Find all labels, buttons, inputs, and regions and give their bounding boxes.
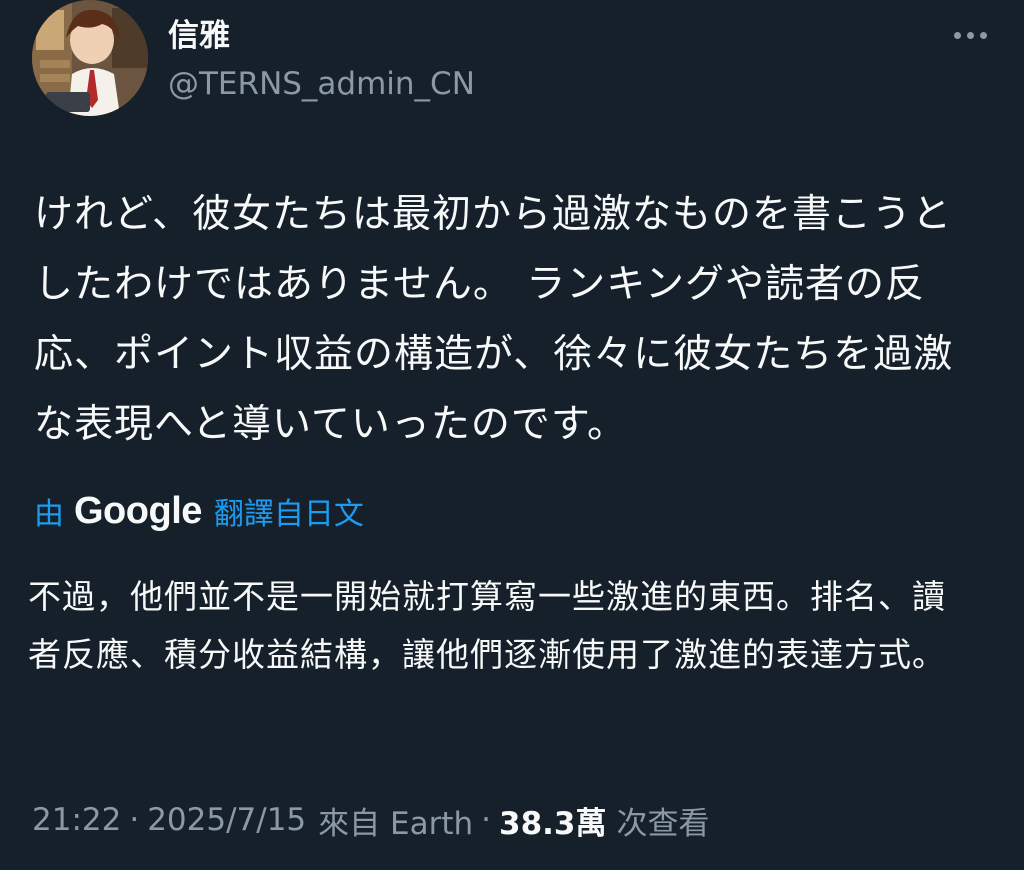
- avatar[interactable]: [32, 0, 148, 116]
- tweet-meta: 21:22 · 2025/7/15 來自 Earth · 38.3萬 次查看: [32, 796, 710, 844]
- translation-source-language[interactable]: 翻譯自日文: [214, 489, 364, 533]
- translation-prefix: 由: [34, 497, 64, 532]
- tweet-text: けれど、彼女たちは最初から過激なものを書こうとしたわけではありません。 ランキン…: [34, 192, 954, 447]
- tweet-detail: 信雅 @TERNS_admin_CN けれど、彼女たちは最初から過激なものを書こ…: [0, 0, 1024, 870]
- tweet-source: 來自 Earth: [318, 805, 474, 842]
- tweet-date[interactable]: 2025/7/15: [147, 802, 306, 838]
- meta-separator: ·: [129, 802, 140, 838]
- user-handle[interactable]: @TERNS_admin_CN: [168, 62, 475, 106]
- views-label: 次查看: [616, 805, 710, 842]
- more-options-button[interactable]: [946, 20, 994, 50]
- more-dot: [979, 31, 987, 39]
- tweet-time[interactable]: 21:22: [32, 802, 121, 838]
- more-horizontal-icon: [953, 31, 961, 39]
- meta-separator: ·: [481, 802, 492, 838]
- google-logo: Google: [74, 489, 202, 532]
- views-count[interactable]: 38.3萬: [499, 798, 607, 843]
- translation-credit[interactable]: 由 Google 翻譯自日文: [34, 486, 364, 536]
- display-name[interactable]: 信雅: [168, 14, 230, 58]
- translated-text: 不過，他們並不是一開始就打算寫一些激進的東西。排名、讀者反應、積分收益結構，讓他…: [28, 577, 946, 674]
- more-dot: [966, 31, 974, 39]
